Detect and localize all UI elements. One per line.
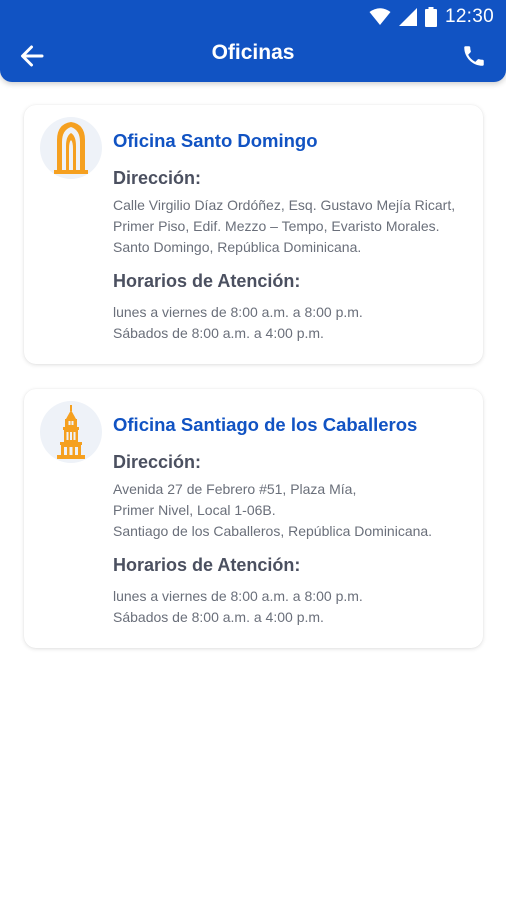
- phone-icon: [464, 46, 484, 66]
- address-line: Primer Nivel, Local 1-06B.: [113, 502, 276, 518]
- status-bar: 12:30: [0, 0, 506, 34]
- office-card[interactable]: Oficina Santo Domingo Dirección: Calle V…: [24, 105, 483, 364]
- hours-line: lunes a viernes de 8:00 a.m. a 8:00 p.m.: [113, 304, 363, 320]
- address-text: Calle Virgilio Díaz Ordóñez, Esq. Gustav…: [113, 195, 455, 258]
- hours-heading: Horarios de Atención:: [113, 555, 301, 575]
- battery-icon: [424, 7, 437, 27]
- call-button[interactable]: [456, 38, 492, 74]
- page-title: Oficinas: [211, 41, 295, 64]
- address-line: Santo Domingo, República Dominicana.: [113, 239, 362, 255]
- address-line: Santiago de los Caballeros, República Do…: [113, 523, 433, 539]
- address-line: Avenida 27 de Febrero #51, Plaza Mía,: [113, 481, 357, 497]
- office-card[interactable]: Oficina Santiago de los Caballeros Direc…: [24, 389, 483, 648]
- office-name: Oficina Santiago de los Caballeros: [113, 414, 418, 435]
- hours-text: lunes a viernes de 8:00 a.m. a 8:00 p.m.…: [113, 586, 363, 628]
- status-time: 12:30: [444, 6, 494, 27]
- address-line: Primer Piso, Edif. Mezzo – Tempo, Evaris…: [113, 218, 440, 234]
- address-heading: Dirección:: [113, 168, 202, 188]
- cellular-signal-icon: [398, 8, 417, 26]
- address-text: Avenida 27 de Febrero #51, Plaza Mía, Pr…: [113, 479, 432, 542]
- status-icons: 12:30: [369, 6, 494, 28]
- hours-line: Sábados de 8:00 a.m. a 4:00 p.m.: [113, 609, 324, 625]
- address-line: Calle Virgilio Díaz Ordóñez, Esq. Gustav…: [113, 197, 456, 213]
- wifi-icon: [369, 8, 391, 25]
- cathedral-arch-icon: [54, 122, 88, 174]
- app-bar: 12:30 Oficinas: [0, 0, 506, 82]
- address-heading: Dirección:: [113, 452, 202, 472]
- office-name: Oficina Santo Domingo: [113, 130, 318, 151]
- monument-icon: [57, 405, 85, 459]
- toolbar: Oficinas: [0, 34, 506, 76]
- hours-line: lunes a viernes de 8:00 a.m. a 8:00 p.m.: [113, 588, 363, 604]
- hours-text: lunes a viernes de 8:00 a.m. a 8:00 p.m.…: [113, 302, 363, 344]
- office-logo: [40, 117, 102, 179]
- hours-line: Sábados de 8:00 a.m. a 4:00 p.m.: [113, 325, 324, 341]
- hours-heading: Horarios de Atención:: [113, 271, 301, 291]
- office-logo: [40, 401, 102, 463]
